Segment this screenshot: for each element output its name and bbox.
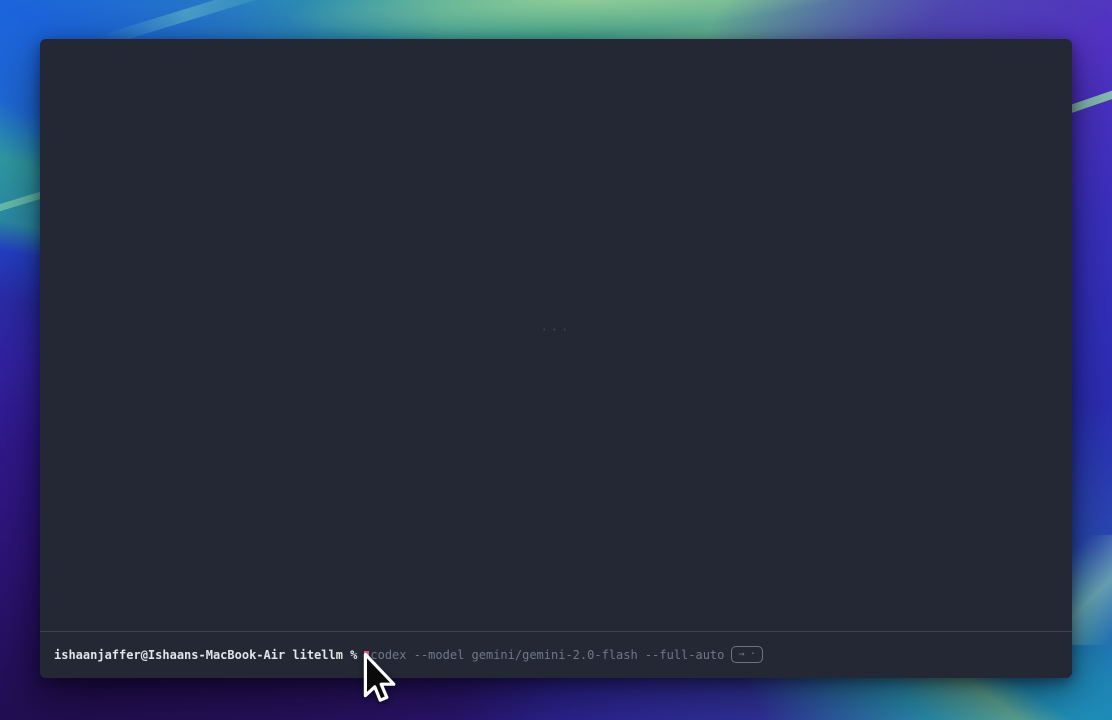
autosuggestion-text: codex --model gemini/gemini-2.0-flash --…	[370, 648, 724, 662]
loading-indicator: ···	[541, 323, 572, 337]
prompt-directory: litellm	[292, 648, 343, 662]
terminal-prompt-bar[interactable]: ishaanjaffer@Ishaans-MacBook-Air litellm…	[40, 632, 1072, 678]
terminal-output-area[interactable]: ···	[40, 39, 1072, 631]
right-arrow-icon: →	[738, 647, 744, 661]
terminal-window[interactable]: ··· ishaanjaffer@Ishaans-MacBook-Air lit…	[40, 39, 1072, 678]
mouse-pointer-icon	[357, 652, 397, 710]
hint-dot-icon: ·	[750, 647, 756, 661]
prompt-user-host: ishaanjaffer@Ishaans-MacBook-Air	[54, 648, 285, 662]
accept-suggestion-hint-badge: → ·	[731, 646, 763, 663]
